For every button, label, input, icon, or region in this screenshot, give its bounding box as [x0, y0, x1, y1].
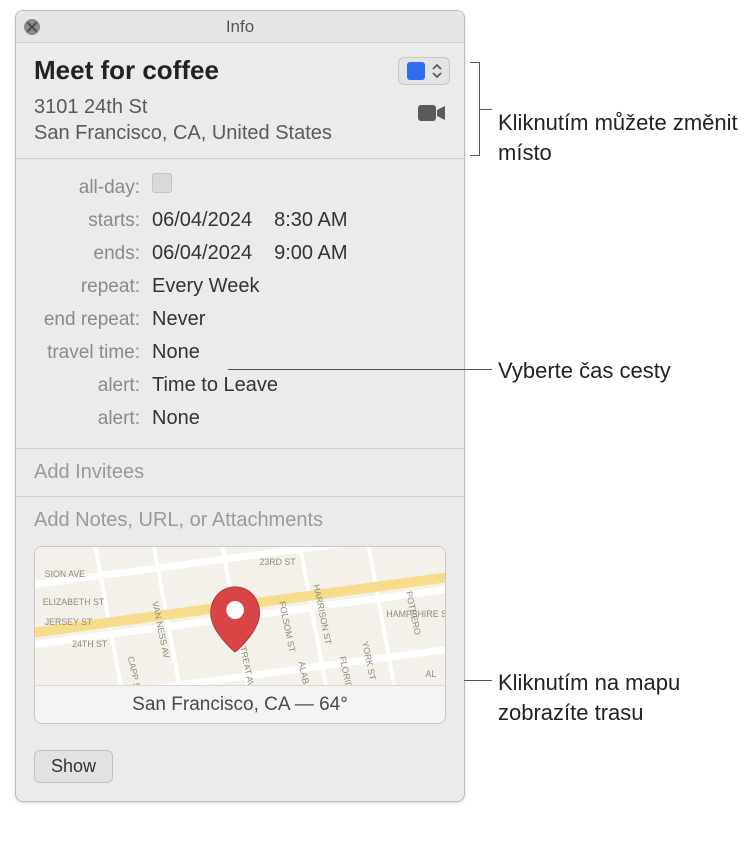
location-line2: San Francisco, CA, United States [34, 120, 332, 146]
svg-text:JERSEY ST: JERSEY ST [45, 617, 93, 627]
endrepeat-row: end repeat: Never [34, 308, 446, 331]
alert2-value[interactable]: None [152, 407, 200, 430]
notes-section: Add Notes, URL, or Attachments [16, 497, 464, 738]
calendar-color-picker[interactable] [398, 57, 450, 85]
alert2-row: alert: None [34, 407, 446, 430]
svg-text:SION AVE: SION AVE [45, 569, 85, 579]
calendar-swatch-icon [407, 62, 425, 80]
map-preview[interactable]: 23RD ST 24TH ST SION AVE ELIZABETH ST JE… [34, 546, 446, 724]
map-image: 23RD ST 24TH ST SION AVE ELIZABETH ST JE… [35, 547, 445, 687]
traveltime-value[interactable]: None [152, 341, 200, 364]
starts-row: starts: 06/04/2024 8:30 AM [34, 209, 446, 232]
alert2-label: alert: [34, 408, 152, 430]
invitees-section[interactable]: Add Invitees [16, 449, 464, 497]
callout-travel: Vyberte čas cesty [498, 356, 671, 386]
notes-placeholder[interactable]: Add Notes, URL, or Attachments [34, 509, 446, 532]
allday-checkbox[interactable] [152, 173, 172, 193]
endrepeat-value[interactable]: Never [152, 308, 205, 331]
svg-text:24TH ST: 24TH ST [72, 639, 108, 649]
map-footer: San Francisco, CA — 64° [35, 685, 445, 723]
close-button[interactable] [24, 19, 40, 35]
event-fields: all-day: starts: 06/04/2024 8:30 AM ends… [16, 159, 464, 449]
chevron-updown-icon [431, 62, 443, 80]
ends-label: ends: [34, 243, 152, 265]
show-button[interactable]: Show [34, 750, 113, 783]
endrepeat-label: end repeat: [34, 309, 152, 331]
traveltime-label: travel time: [34, 342, 152, 364]
location-line1: 3101 24th St [34, 94, 332, 120]
ends-time[interactable]: 9:00 AM [274, 242, 347, 265]
starts-time[interactable]: 8:30 AM [274, 209, 347, 232]
window-footer: Show [16, 738, 464, 801]
event-header: Meet for coffee 3101 24th St San Francis… [16, 43, 464, 159]
alert1-row: alert: Time to Leave [34, 374, 446, 397]
video-camera-icon [417, 103, 447, 123]
titlebar: Info [16, 11, 464, 43]
svg-text:ELIZABETH ST: ELIZABETH ST [43, 597, 105, 607]
invitees-placeholder: Add Invitees [34, 461, 446, 484]
callout-map: Kliknutím na mapu zobrazíte trasu [498, 668, 753, 727]
svg-text:23RD ST: 23RD ST [260, 557, 297, 567]
traveltime-row: travel time: None [34, 341, 446, 364]
window-title: Info [226, 17, 254, 37]
alert1-value[interactable]: Time to Leave [152, 374, 278, 397]
callout-location: Kliknutím můžete změnit místo [498, 108, 753, 167]
allday-row: all-day: [34, 173, 446, 199]
event-info-window: Info Meet for coffee 3101 24th St San Fr… [15, 10, 465, 802]
event-title[interactable]: Meet for coffee [34, 55, 219, 86]
alert1-label: alert: [34, 375, 152, 397]
callout-line-map [464, 680, 492, 681]
repeat-value[interactable]: Every Week [152, 275, 259, 298]
allday-label: all-day: [34, 177, 152, 199]
svg-text:AL: AL [425, 669, 436, 679]
starts-date[interactable]: 06/04/2024 [152, 209, 252, 232]
event-location[interactable]: 3101 24th St San Francisco, CA, United S… [34, 94, 332, 146]
repeat-row: repeat: Every Week [34, 275, 446, 298]
starts-label: starts: [34, 210, 152, 232]
svg-text:HAMPSHIRE S: HAMPSHIRE S [386, 609, 445, 619]
callout-line-location [480, 109, 492, 110]
repeat-label: repeat: [34, 276, 152, 298]
ends-row: ends: 06/04/2024 9:00 AM [34, 242, 446, 265]
callout-bracket-location [470, 62, 480, 156]
callout-line-travel [228, 369, 492, 370]
add-video-call-button[interactable] [414, 100, 450, 126]
ends-date[interactable]: 06/04/2024 [152, 242, 252, 265]
